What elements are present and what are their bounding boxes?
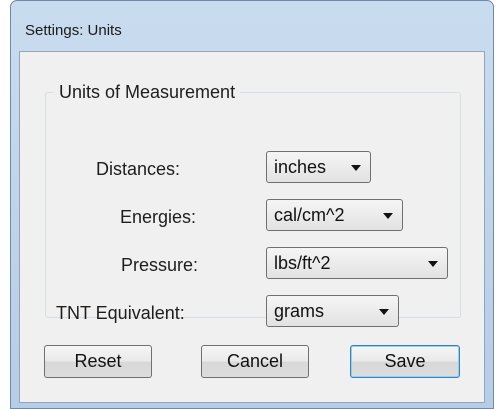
energies-select-value: cal/cm^2 xyxy=(274,205,345,225)
energies-select[interactable]: cal/cm^2 xyxy=(266,199,403,231)
energies-label: Energies: xyxy=(120,207,197,227)
tnt-equivalent-select-value: grams xyxy=(274,301,325,321)
pressure-select-value: lbs/ft^2 xyxy=(274,253,331,273)
dialog-client-area: Units of Measurement Distances: inches E… xyxy=(19,51,485,403)
distances-select[interactable]: inches xyxy=(266,151,371,183)
chevron-down-icon xyxy=(351,165,361,171)
units-group-legend: Units of Measurement xyxy=(59,82,236,102)
settings-window: Settings: Units Units of Measurement Dis… xyxy=(10,0,494,409)
save-button[interactable]: Save xyxy=(350,345,460,378)
tnt-equivalent-select[interactable]: grams xyxy=(266,295,399,327)
pressure-select[interactable]: lbs/ft^2 xyxy=(266,247,448,279)
units-group: Units of Measurement Distances: inches E… xyxy=(45,82,461,327)
pressure-label: Pressure: xyxy=(121,255,199,275)
window-title: Settings: Units xyxy=(25,22,122,39)
chevron-down-icon xyxy=(383,213,393,219)
chevron-down-icon xyxy=(428,261,438,267)
reset-button[interactable]: Reset xyxy=(44,345,152,378)
chevron-down-icon xyxy=(379,309,389,315)
cancel-button[interactable]: Cancel xyxy=(201,345,309,378)
distances-label: Distances: xyxy=(96,159,181,179)
tnt-equivalent-label: TNT Equivalent: xyxy=(56,303,185,323)
distances-select-value: inches xyxy=(274,157,327,177)
